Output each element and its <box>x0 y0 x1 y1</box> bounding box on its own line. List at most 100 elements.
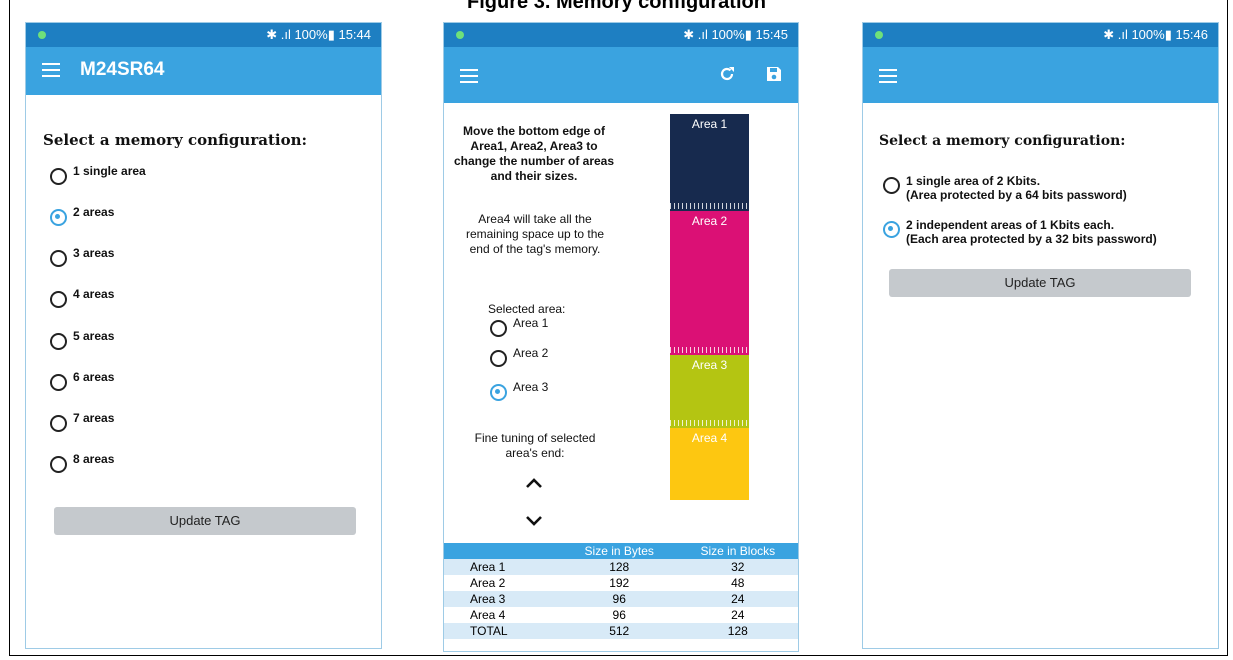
memory-area-bar[interactable]: Area 1 Area 2 Area 3 Area 4 <box>670 114 749 500</box>
area-segment-3[interactable]: Area 3 <box>670 355 749 428</box>
option-label: 7 areas <box>73 411 115 425</box>
area-option-3[interactable]: Area 3 <box>490 380 548 401</box>
radio-button[interactable] <box>883 177 900 194</box>
resize-handle[interactable] <box>670 202 749 209</box>
memory-option-6[interactable]: 6 areas <box>50 370 114 391</box>
table-cell: Area 2 <box>470 576 506 590</box>
status-indicators: ✱ .ıl 100%▮ 15:46 <box>1103 27 1208 42</box>
table-header-cell <box>444 543 561 559</box>
radio-button[interactable] <box>50 333 67 350</box>
update-tag-button[interactable]: Update TAG <box>889 269 1191 297</box>
table-cell: Area 4 <box>470 608 506 622</box>
memory-option-2[interactable]: 2 independent areas of 1 Kbits each. (Eac… <box>883 218 1157 246</box>
table-row: TOTAL 512 128 <box>444 623 798 639</box>
table-header-cell: Size in Blocks <box>677 543 798 559</box>
resize-handle[interactable] <box>670 347 749 354</box>
memory-option-1[interactable]: 1 single area of 2 Kbits. (Area protected… <box>883 174 1127 202</box>
update-tag-button[interactable]: Update TAG <box>54 507 356 535</box>
memory-option-4[interactable]: 4 areas <box>50 287 114 308</box>
memory-option-1[interactable]: 1 single area <box>50 164 146 185</box>
area-segment-label: Area 3 <box>691 358 728 373</box>
radio-button[interactable] <box>50 291 67 308</box>
radio-button[interactable] <box>490 350 507 367</box>
table-cell: Area 3 <box>444 591 561 607</box>
table-cell: 512 <box>560 623 678 639</box>
refresh-icon[interactable] <box>718 65 736 83</box>
memory-option-7[interactable]: 7 areas <box>50 411 114 432</box>
radio-button[interactable] <box>50 168 67 185</box>
save-icon[interactable] <box>765 65 783 83</box>
app-bar <box>863 47 1218 103</box>
table-cell: 128 <box>560 559 678 575</box>
notification-dot-icon <box>38 31 46 39</box>
option-label: 6 areas <box>73 370 115 384</box>
app-title: M24SR64 <box>80 59 165 80</box>
table-cell: 24 <box>731 608 745 622</box>
menu-icon[interactable] <box>42 63 60 77</box>
phone-screen-3: ✱ .ıl 100%▮ 15:46 Select a memory config… <box>862 22 1219 649</box>
phone-screen-2: ✱ .ıl 100%▮ 15:45 Move the bottom edge o… <box>443 22 799 652</box>
instructions-text: Move the bottom edge of Area1, Area2, Ar… <box>453 124 615 183</box>
section-heading: Select a memory configuration: <box>879 133 1126 149</box>
notification-dot-icon <box>875 31 883 39</box>
table-row: Area 1 128 32 <box>444 559 798 575</box>
area-option-1[interactable]: Area 1 <box>490 316 548 337</box>
option-label: 8 areas <box>73 452 115 466</box>
figure-title: Figure 3. Memory configuration <box>467 0 766 13</box>
radio-button[interactable] <box>50 374 67 391</box>
chevron-up-icon[interactable] <box>524 476 544 490</box>
app-bar: M24SR64 <box>26 47 381 95</box>
area-segment-4[interactable]: Area 4 <box>670 427 749 500</box>
option-label: 3 areas <box>73 246 115 260</box>
section-heading: Select a memory configuration: <box>43 131 308 149</box>
memory-option-8[interactable]: 8 areas <box>50 452 114 473</box>
table-cell: TOTAL <box>444 623 561 639</box>
table-cell: 96 <box>612 608 626 622</box>
radio-button[interactable] <box>883 221 900 238</box>
selected-area-label: Selected area: <box>488 302 566 316</box>
status-bar: ✱ .ıl 100%▮ 15:44 <box>26 23 381 47</box>
memory-option-3[interactable]: 3 areas <box>50 246 114 267</box>
table-cell: 32 <box>677 559 798 575</box>
area-segment-label: Area 2 <box>691 213 728 228</box>
radio-button[interactable] <box>490 320 507 337</box>
table-row: Area 4 96 24 <box>444 607 798 623</box>
table-header-cell: Size in Bytes <box>560 543 678 559</box>
menu-icon[interactable] <box>460 69 478 83</box>
option-label: Area 2 <box>513 346 549 360</box>
area-option-2[interactable]: Area 2 <box>490 346 548 367</box>
area-segment-2[interactable]: Area 2 <box>670 210 749 356</box>
table-row: Area 2 192 48 <box>444 575 798 591</box>
radio-button[interactable] <box>490 384 507 401</box>
fine-tuning-label: Fine tuning of selected area's end: <box>474 431 596 460</box>
menu-icon[interactable] <box>879 69 897 83</box>
option-line-1: 2 independent areas of 1 Kbits each. <box>906 218 1115 232</box>
status-bar: ✱ .ıl 100%▮ 15:46 <box>863 23 1218 47</box>
notification-dot-icon <box>456 31 464 39</box>
resize-handle[interactable] <box>670 419 749 426</box>
option-label: 5 areas <box>73 329 115 343</box>
table-cell: 24 <box>677 591 798 607</box>
option-line-1: 1 single area of 2 Kbits. <box>906 174 1041 188</box>
option-label: Area 3 <box>513 380 549 394</box>
table-cell: 192 <box>609 576 630 590</box>
phone-screen-1: ✱ .ıl 100%▮ 15:44 M24SR64 Select a memor… <box>25 22 382 649</box>
option-label: 1 single area <box>73 164 146 178</box>
radio-button[interactable] <box>50 250 67 267</box>
chevron-down-icon[interactable] <box>524 514 544 528</box>
option-text: 1 single area of 2 Kbits. (Area protected… <box>906 174 1127 202</box>
radio-button[interactable] <box>50 456 67 473</box>
table-cell: 96 <box>560 591 678 607</box>
area-segment-1[interactable]: Area 1 <box>670 114 749 211</box>
table-cell: 128 <box>677 623 798 639</box>
status-indicators: ✱ .ıl 100%▮ 15:44 <box>266 27 371 42</box>
option-label: 2 areas <box>73 205 115 219</box>
radio-button[interactable] <box>50 209 67 226</box>
memory-option-2[interactable]: 2 areas <box>50 205 114 226</box>
app-bar <box>444 47 798 103</box>
radio-button[interactable] <box>50 415 67 432</box>
option-label: Area 1 <box>513 316 549 330</box>
memory-option-5[interactable]: 5 areas <box>50 329 114 350</box>
status-indicators: ✱ .ıl 100%▮ 15:45 <box>683 27 788 42</box>
table-cell: 48 <box>731 576 745 590</box>
